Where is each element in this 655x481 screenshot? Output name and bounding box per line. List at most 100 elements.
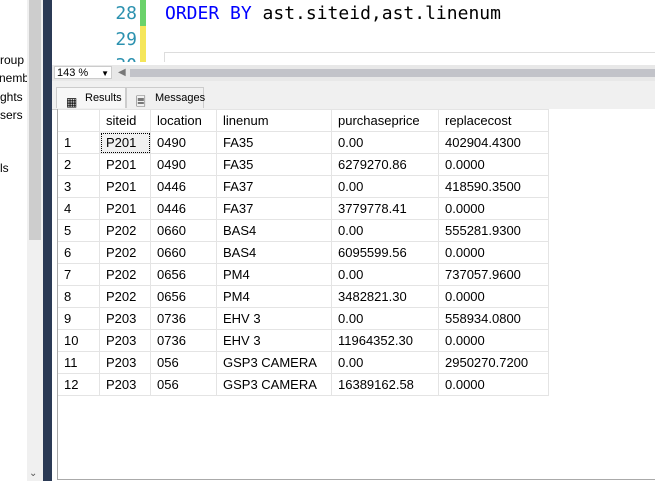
tab-messages[interactable]: 🗏 Messages [126, 87, 205, 109]
row-number[interactable]: 8 [58, 285, 100, 308]
table-cell[interactable]: 0.00 [331, 307, 439, 330]
table-row[interactable]: 7 P202 0656 PM4 0.00 737057.9600 [58, 263, 549, 286]
table-cell[interactable]: FA37 [216, 175, 332, 198]
tab-results[interactable]: ▦ Results [56, 87, 126, 109]
table-cell[interactable]: P203 [99, 307, 151, 330]
table-cell[interactable]: 0446 [150, 197, 217, 220]
row-number[interactable]: 5 [58, 219, 100, 242]
table-cell[interactable]: 0660 [150, 241, 217, 264]
table-cell[interactable]: 0736 [150, 307, 217, 330]
row-number[interactable]: 11 [58, 351, 100, 374]
splitter[interactable] [43, 0, 52, 481]
table-cell[interactable]: 0.0000 [438, 197, 549, 220]
table-cell[interactable]: 0.0000 [438, 153, 549, 176]
tree-item[interactable]: roup [0, 53, 24, 67]
row-number[interactable]: 3 [58, 175, 100, 198]
table-cell[interactable]: P202 [99, 263, 151, 286]
table-cell[interactable]: PM4 [216, 263, 332, 286]
table-cell[interactable]: BAS4 [216, 219, 332, 242]
table-cell[interactable]: P203 [99, 351, 151, 374]
scroll-down-icon[interactable]: ⌄ [29, 468, 37, 479]
table-row[interactable]: 6 P202 0660 BAS4 6095599.56 0.0000 [58, 241, 549, 264]
table-cell[interactable]: PM4 [216, 285, 332, 308]
row-number[interactable]: 1 [58, 131, 100, 154]
table-cell[interactable]: 0490 [150, 153, 217, 176]
tree-item[interactable]: sers [0, 108, 23, 122]
column-header[interactable]: location [150, 109, 217, 132]
table-cell[interactable]: 0660 [150, 219, 217, 242]
results-grid[interactable]: siteid location linenum purchaseprice replac… [57, 109, 655, 480]
table-cell[interactable]: 11964352.30 [331, 329, 439, 352]
table-row[interactable]: 2 P201 0490 FA35 6279270.86 0.0000 [58, 153, 549, 176]
table-cell[interactable]: 737057.9600 [438, 263, 549, 286]
table-cell[interactable]: GSP3 CAMERA [216, 373, 332, 396]
scrollbar-thumb[interactable] [29, 0, 41, 240]
table-row[interactable]: 4 P201 0446 FA37 3779778.41 0.0000 [58, 197, 549, 220]
table-cell[interactable]: P203 [99, 329, 151, 352]
table-cell[interactable]: 0446 [150, 175, 217, 198]
table-cell[interactable]: 0656 [150, 285, 217, 308]
column-header[interactable]: purchaseprice [331, 109, 439, 132]
table-cell[interactable]: FA35 [216, 153, 332, 176]
table-cell[interactable]: 2950270.7200 [438, 351, 549, 374]
table-row[interactable]: 3 P201 0446 FA37 0.00 418590.3500 [58, 175, 549, 198]
table-cell[interactable]: 6279270.86 [331, 153, 439, 176]
row-number[interactable]: 4 [58, 197, 100, 220]
table-cell[interactable]: P201 [99, 175, 151, 198]
table-row[interactable]: 1 P201 0490 FA35 0.00 402904.4300 [58, 131, 549, 154]
table-cell[interactable]: P202 [99, 285, 151, 308]
tree-item[interactable]: ls [0, 161, 9, 175]
table-cell[interactable]: P203 [99, 373, 151, 396]
table-cell[interactable]: P201 [99, 131, 151, 154]
query-editor[interactable]: 28 29 30 ORDER BY ast.siteid,ast.linenum [52, 0, 655, 62]
row-number[interactable]: 7 [58, 263, 100, 286]
table-row[interactable]: 10 P203 0736 EHV 3 11964352.30 0.0000 [58, 329, 549, 352]
table-cell[interactable]: 0490 [150, 131, 217, 154]
table-cell[interactable]: 0.00 [331, 219, 439, 242]
table-cell[interactable]: 0736 [150, 329, 217, 352]
table-cell[interactable]: 0.0000 [438, 285, 549, 308]
table-cell[interactable]: 056 [150, 373, 217, 396]
table-cell[interactable]: EHV 3 [216, 329, 332, 352]
zoom-select[interactable]: 143 % ▼ [54, 66, 112, 79]
table-cell[interactable]: 6095599.56 [331, 241, 439, 264]
code-line[interactable]: ORDER BY ast.siteid,ast.linenum [165, 3, 501, 24]
column-header[interactable]: siteid [99, 109, 151, 132]
table-cell[interactable]: 418590.3500 [438, 175, 549, 198]
column-header[interactable]: linenum [216, 109, 332, 132]
table-row[interactable]: 12 P203 056 GSP3 CAMERA 16389162.58 0.0000 [58, 373, 549, 396]
table-cell[interactable]: 16389162.58 [331, 373, 439, 396]
table-cell[interactable]: 0656 [150, 263, 217, 286]
table-cell[interactable]: 0.0000 [438, 329, 549, 352]
row-number[interactable]: 2 [58, 153, 100, 176]
table-cell[interactable]: 3779778.41 [331, 197, 439, 220]
table-row[interactable]: 11 P203 056 GSP3 CAMERA 0.00 2950270.7200 [58, 351, 549, 374]
table-cell[interactable]: 056 [150, 351, 217, 374]
table-cell[interactable]: FA37 [216, 197, 332, 220]
scroll-left-icon[interactable]: ◀ [118, 67, 126, 78]
row-number[interactable]: 6 [58, 241, 100, 264]
table-cell[interactable]: FA35 [216, 131, 332, 154]
column-header[interactable] [58, 109, 100, 132]
table-cell[interactable]: 0.00 [331, 175, 439, 198]
table-row[interactable]: 5 P202 0660 BAS4 0.00 555281.9300 [58, 219, 549, 242]
table-cell[interactable]: 0.00 [331, 131, 439, 154]
table-cell[interactable]: 0.00 [331, 263, 439, 286]
table-cell[interactable]: 0.0000 [438, 241, 549, 264]
table-cell[interactable]: P201 [99, 153, 151, 176]
table-cell[interactable]: 402904.4300 [438, 131, 549, 154]
table-cell[interactable]: EHV 3 [216, 307, 332, 330]
table-cell[interactable]: P202 [99, 219, 151, 242]
horizontal-scrollbar-thumb[interactable] [130, 69, 655, 77]
row-number[interactable]: 10 [58, 329, 100, 352]
table-cell[interactable]: P202 [99, 241, 151, 264]
table-cell[interactable]: 0.0000 [438, 373, 549, 396]
table-cell[interactable]: P201 [99, 197, 151, 220]
table-cell[interactable]: 0.00 [331, 351, 439, 374]
table-cell[interactable]: 555281.9300 [438, 219, 549, 242]
table-cell[interactable]: GSP3 CAMERA [216, 351, 332, 374]
row-number[interactable]: 12 [58, 373, 100, 396]
tree-item[interactable]: ghts [0, 90, 23, 104]
tree-item[interactable]: nemb [0, 71, 27, 85]
table-cell[interactable]: BAS4 [216, 241, 332, 264]
